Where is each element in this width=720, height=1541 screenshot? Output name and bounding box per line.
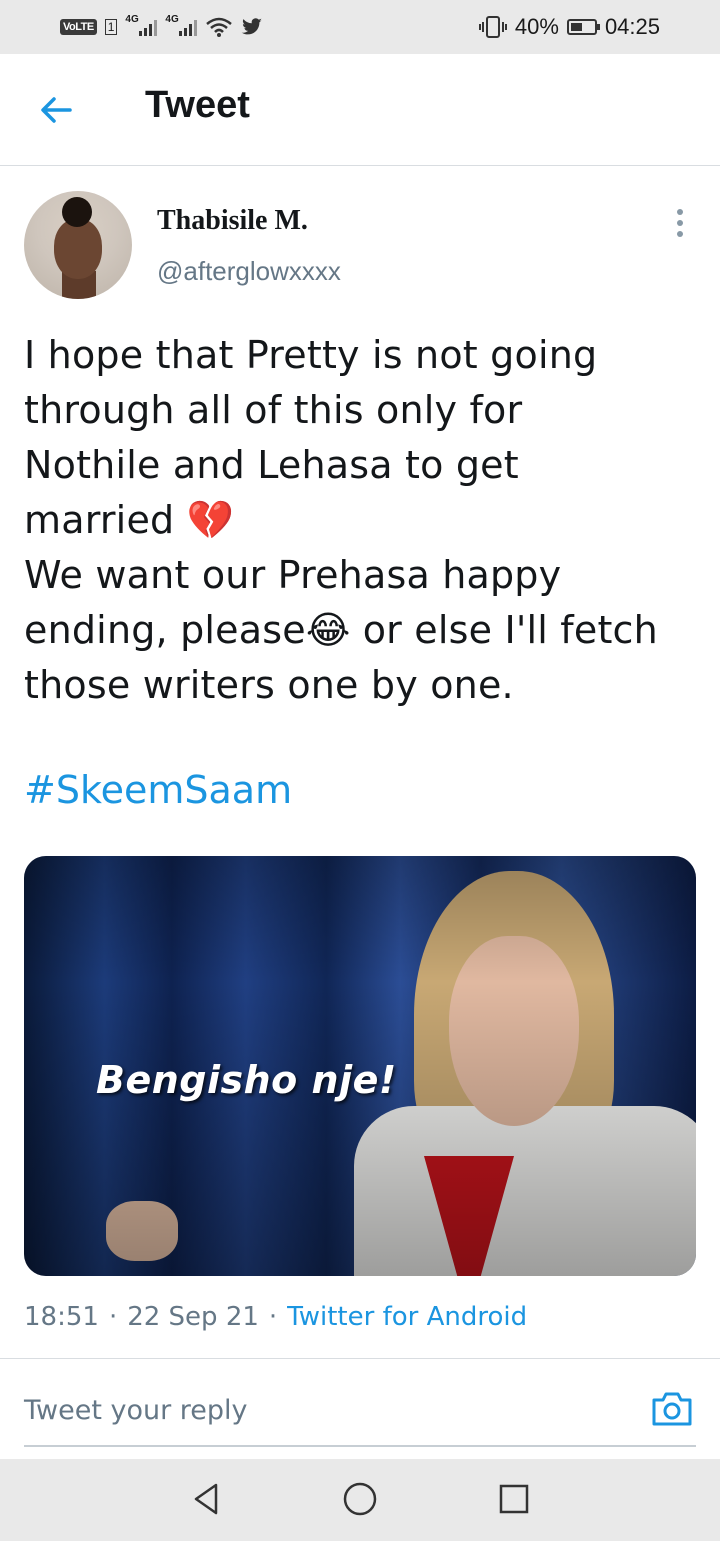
tweet-text-line: through all of this only for — [24, 388, 523, 432]
battery-icon — [566, 19, 600, 35]
media-caption: Bengisho nje! — [96, 1058, 397, 1102]
tweet-meta: 18:51 · 22 Sep 21 · Twitter for Android — [24, 1302, 527, 1332]
back-arrow-icon[interactable] — [36, 90, 76, 130]
meta-separator: · — [108, 1302, 118, 1332]
network-type-label: 4G — [125, 14, 139, 25]
tweet-media-image[interactable]: Bengisho nje! — [24, 856, 696, 1276]
divider — [0, 1358, 720, 1359]
battery-percent: 40% — [514, 14, 559, 39]
more-vertical-icon[interactable] — [670, 205, 690, 241]
system-nav-bar — [0, 1459, 720, 1541]
author-handle[interactable]: @afterglowxxxx — [157, 256, 341, 287]
tweet-text-line: I hope that Pretty is not going — [24, 333, 598, 377]
meta-separator: · — [268, 1302, 278, 1332]
status-right: 40% 04:25 — [478, 14, 660, 40]
signal-strength-icon: 4G — [125, 14, 158, 36]
network-type-label-2: 4G — [165, 14, 179, 25]
hashtag-link[interactable]: #SkeemSaam — [24, 768, 292, 812]
status-left: VoLTE 1 4G 4G — [60, 14, 263, 37]
avatar[interactable] — [24, 191, 132, 299]
volte-indicator: VoLTE — [60, 19, 97, 35]
tweet-source-link[interactable]: Twitter for Android — [287, 1302, 527, 1332]
camera-icon[interactable] — [650, 1390, 694, 1428]
status-bar: VoLTE 1 4G 4G 40% 04:25 — [0, 0, 720, 54]
reply-input[interactable]: Tweet your reply — [24, 1383, 644, 1439]
clock: 04:25 — [604, 14, 660, 39]
reply-underline — [24, 1445, 696, 1447]
tweet-text-line: married 💔 — [24, 498, 235, 542]
vibrate-icon — [478, 16, 507, 38]
nav-recent-icon[interactable] — [496, 1481, 532, 1517]
tweet-text-line: We want our Prehasa happy — [24, 553, 562, 597]
nav-back-icon[interactable] — [188, 1481, 224, 1517]
tweet-header: Tweet — [0, 54, 720, 166]
twitter-bird-icon — [242, 18, 263, 35]
page-title: Tweet — [145, 84, 250, 126]
tweet-text-line: Nothile and Lehasa to get — [24, 443, 519, 487]
nav-home-icon[interactable] — [342, 1481, 378, 1517]
tweet-time: 18:51 — [24, 1302, 99, 1332]
tweet-date: 22 Sep 21 — [127, 1302, 259, 1332]
signal-strength-icon-2: 4G — [165, 14, 198, 36]
tweet-text-line: ending, please😂 or else I'll fetch — [24, 608, 658, 652]
author-name[interactable]: Thabisile M. — [157, 205, 308, 237]
tweet-text-line: those writers one by one. — [24, 663, 514, 707]
wifi-icon — [206, 17, 233, 37]
sim-indicator: 1 — [104, 19, 118, 35]
tweet-text: I hope that Pretty is not going through … — [24, 328, 704, 713]
